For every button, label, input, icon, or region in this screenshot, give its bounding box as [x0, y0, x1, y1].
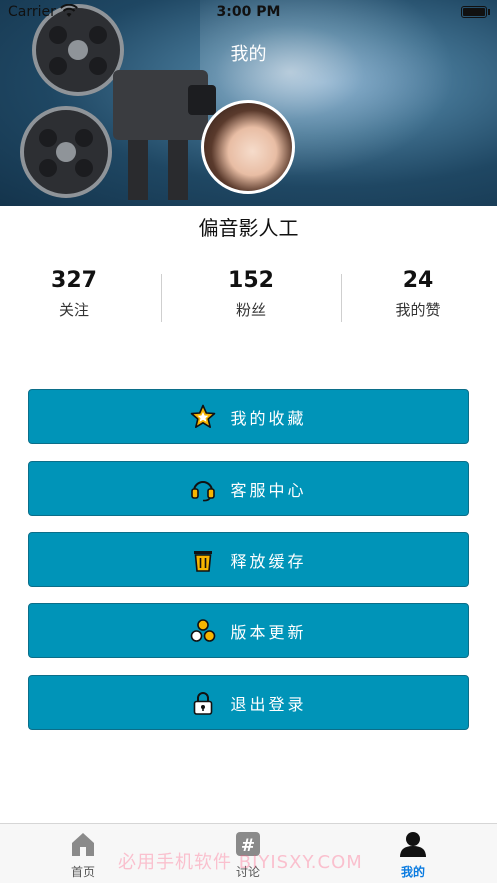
favorites-label: 我的收藏 [230, 408, 307, 428]
customer-service-button[interactable]: 客服中心 [28, 461, 469, 516]
battery-icon [461, 6, 487, 18]
stat-likes-label: 我的赞 [395, 301, 441, 319]
status-bar: Carrier 3:00 PM [0, 0, 497, 26]
user-icon [400, 832, 426, 857]
clear-cache-label: 释放缓存 [230, 551, 307, 571]
tab-mine-label: 我的 [400, 865, 425, 879]
favorites-button[interactable]: 我的收藏 [28, 389, 469, 444]
clear-cache-button[interactable]: 释放缓存 [28, 532, 469, 587]
stat-following-label: 关注 [58, 301, 89, 319]
stats-divider [341, 274, 342, 322]
watermark: 必用手机软件 BIYISXY.COM [118, 852, 363, 873]
home-icon [72, 833, 94, 856]
stat-fans-count: 152 [228, 268, 274, 293]
version-update-label: 版本更新 [230, 622, 307, 642]
stat-following-count: 327 [51, 268, 97, 293]
tab-mine[interactable]: 我的 [383, 830, 443, 880]
stat-following[interactable]: 327 关注 [34, 268, 114, 320]
headset-icon [191, 480, 216, 501]
version-update-button[interactable]: 版本更新 [28, 603, 469, 658]
stat-fans[interactable]: 152 粉丝 [211, 268, 291, 320]
status-time: 3:00 PM [216, 4, 281, 20]
film-projector-image [20, 4, 216, 200]
logout-label: 退出登录 [230, 694, 307, 714]
stat-fans-label: 粉丝 [235, 301, 266, 319]
stat-likes-count: 24 [402, 268, 434, 293]
user-avatar[interactable] [201, 100, 295, 194]
update-icon [191, 618, 216, 642]
customer-service-label: 客服中心 [230, 480, 307, 500]
battery-tip [488, 9, 490, 15]
stats-row: 327 关注 152 粉丝 24 我的赞 [0, 268, 497, 328]
username: 偏音影人工 [198, 216, 299, 240]
tab-home[interactable]: 首页 [53, 830, 113, 880]
logout-button[interactable]: 退出登录 [28, 675, 469, 730]
stat-likes[interactable]: 24 我的赞 [378, 268, 458, 320]
lock-icon [194, 691, 213, 715]
star-icon [191, 404, 216, 428]
stats-divider [161, 274, 162, 322]
trash-icon [194, 550, 213, 572]
profile-header-banner [0, 0, 497, 206]
page-title: 我的 [230, 44, 267, 65]
tab-home-label: 首页 [70, 865, 95, 879]
